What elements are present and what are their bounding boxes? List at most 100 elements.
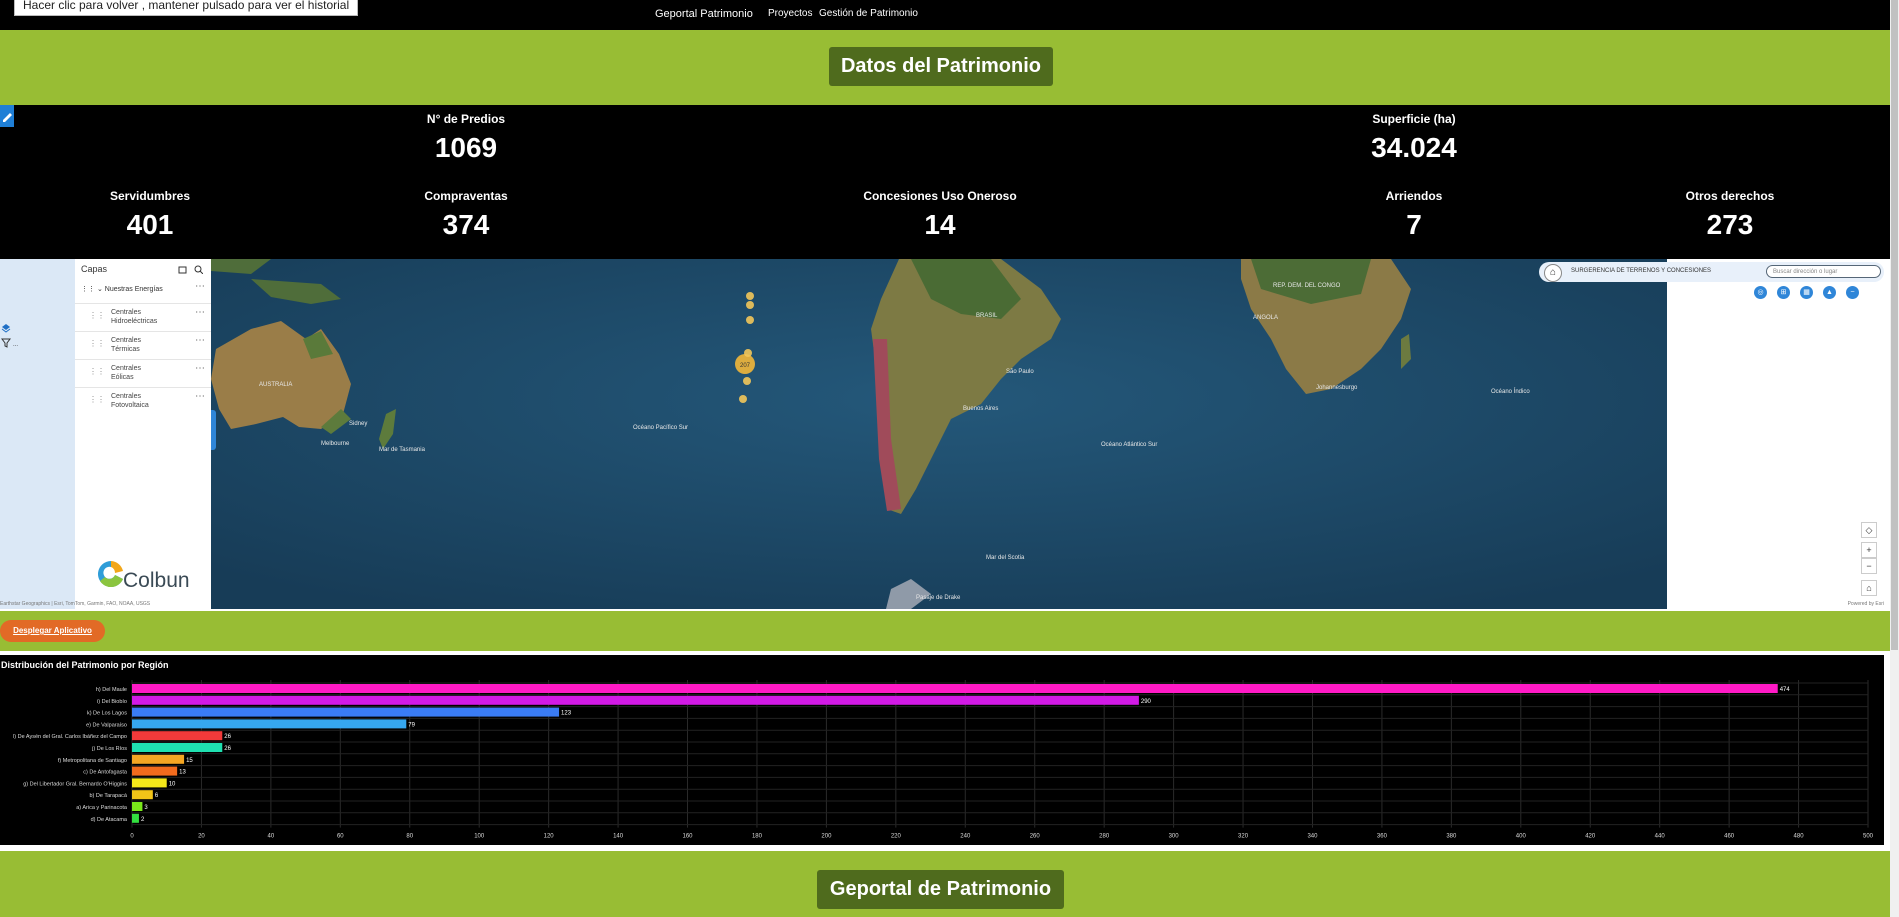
- bar[interactable]: [132, 766, 178, 776]
- layer-group[interactable]: ⋮⋮ ⌄ Nuestras Energías: [81, 285, 163, 293]
- layer-item-eolicas[interactable]: ⋮⋮ Centrales Eólicas ⋯: [75, 359, 211, 388]
- more-icon[interactable]: ⋯: [195, 335, 205, 346]
- map-label-brasil: BRASIL: [976, 313, 998, 319]
- svg-text:...: ...: [13, 342, 18, 348]
- bar[interactable]: [132, 719, 407, 729]
- nav-item-gestion[interactable]: Gestión de Patrimonio: [819, 8, 918, 19]
- world-map[interactable]: 207 AUSTRALIA Sidney Melbourne Mar de Ta…: [211, 259, 1667, 609]
- x-tick-label: 360: [1377, 834, 1388, 840]
- layer-item-label: Centrales: [111, 365, 141, 372]
- hero-title-button[interactable]: Datos del Patrimonio: [829, 47, 1053, 86]
- bar[interactable]: [132, 707, 560, 717]
- footer-banner: Geportal de Patrimonio: [0, 851, 1890, 917]
- bar-chart: 0 20 40 60 80 100 120 140 160 180 200 220 240 260 280 3…: [13, 680, 1874, 840]
- y-category-label: l) De Aysén del Gral. Carlos Ibáñez del …: [13, 734, 127, 740]
- footer-title-button[interactable]: Geportal de Patrimonio: [817, 870, 1064, 909]
- drag-handle-icon[interactable]: ⋮⋮: [89, 367, 105, 376]
- x-tick-label: 280: [1099, 834, 1110, 840]
- home-extent-icon[interactable]: ⌂: [1861, 580, 1877, 596]
- layers-icon[interactable]: [1, 323, 11, 333]
- drag-handle-icon[interactable]: ⋮⋮: [89, 395, 105, 404]
- bar[interactable]: [132, 743, 223, 752]
- stat-value: 34.024: [1371, 132, 1457, 163]
- x-tick-label: 40: [268, 834, 275, 840]
- basemap-icon[interactable]: ◎: [1754, 286, 1767, 299]
- filter-icon[interactable]: ...: [1, 338, 19, 348]
- grid-icon[interactable]: ⊞: [1777, 286, 1790, 299]
- stat-concesiones: Concesiones Uso Oneroso 14: [790, 189, 1090, 241]
- more-icon[interactable]: ⋯: [195, 281, 205, 292]
- layer-item-termicas[interactable]: ⋮⋮ Centrales Térmicas ⋯: [75, 331, 211, 360]
- search-input[interactable]: Buscar dirección o lugar: [1766, 265, 1881, 278]
- zoom-in-button[interactable]: +: [1861, 542, 1877, 558]
- bar-value-label: 15: [186, 758, 193, 764]
- table-icon[interactable]: ▦: [1800, 286, 1813, 299]
- edit-tab[interactable]: [0, 105, 14, 127]
- nav-brand-link[interactable]: Geportal Patrimonio: [655, 8, 753, 20]
- x-tick-label: 340: [1307, 834, 1318, 840]
- y-category-label: k) De Los Lagos: [87, 711, 127, 717]
- stat-servidumbres: Servidumbres 401: [0, 189, 300, 241]
- bar[interactable]: [132, 802, 143, 811]
- layer-item-fotovoltaica[interactable]: ⋮⋮ Centrales Fotovoltaica ⋯: [75, 387, 211, 416]
- stat-value: 374: [442, 209, 490, 240]
- y-category-label: d) De Atacama: [91, 817, 128, 823]
- map-label-congo: REP. DEM. DEL CONGO: [1273, 283, 1341, 289]
- stat-value: 273: [1706, 209, 1754, 240]
- map-label-drake: Pasaje de Drake: [916, 595, 961, 601]
- bar[interactable]: [132, 790, 153, 800]
- y-category-label: i) Del Biobío: [97, 699, 127, 705]
- x-tick-label: 440: [1655, 834, 1666, 840]
- map-view[interactable]: 207 AUSTRALIA Sidney Melbourne Mar de Ta…: [211, 259, 1667, 609]
- panel-collapse-handle[interactable]: [211, 410, 216, 450]
- layer-item-label: Centrales: [111, 309, 141, 316]
- x-tick-label: 500: [1863, 834, 1874, 840]
- deploy-button[interactable]: Desplegar Aplicativo: [0, 620, 105, 642]
- search-icon[interactable]: [194, 265, 203, 274]
- more-icon[interactable]: ⋯: [195, 307, 205, 318]
- stat-predios: N° de Predios 1069: [316, 112, 616, 164]
- chart-icon[interactable]: ▲: [1823, 286, 1836, 299]
- home-button[interactable]: ⌂: [1544, 264, 1562, 282]
- x-tick-label: 400: [1516, 834, 1527, 840]
- bar-value-label: 123: [561, 711, 572, 717]
- page-scrollbar[interactable]: [1890, 0, 1899, 917]
- y-category-label: c) De Antofagasta: [83, 770, 128, 776]
- bar-value-label: 3: [144, 805, 148, 811]
- map-tools-panel: ⌂ SURGERENCIA DE TERRENOS Y CONCESIONES …: [1539, 259, 1890, 609]
- x-tick-label: 320: [1238, 834, 1249, 840]
- bar[interactable]: [132, 695, 1139, 705]
- map-label-atlantic: Océano Atlántico Sur: [1101, 442, 1157, 448]
- zoom-out-button[interactable]: −: [1861, 558, 1877, 574]
- bar[interactable]: [132, 778, 167, 788]
- bar[interactable]: [132, 813, 139, 823]
- drag-handle-icon[interactable]: ⋮⋮: [89, 311, 105, 320]
- bar[interactable]: [132, 754, 185, 764]
- nav-item-proyectos[interactable]: Proyectos: [768, 8, 812, 19]
- more-icon[interactable]: ⋯: [195, 363, 205, 374]
- x-tick-label: 20: [198, 834, 205, 840]
- layer-item-hidro[interactable]: ⋮⋮ Centrales Hidroeléctricas ⋯: [75, 303, 211, 332]
- x-tick-label: 480: [1794, 834, 1805, 840]
- powered-by: Powered by Esri: [1847, 601, 1884, 607]
- stat-label: Arriendos: [1385, 189, 1443, 203]
- measure-icon[interactable]: ~: [1846, 286, 1859, 299]
- region-chart: Distribución del Patrimonio por Región 0…: [0, 655, 1884, 845]
- map-label-johannesburg: Johannesburgo: [1316, 385, 1358, 391]
- layer-group-label: Nuestras Energías: [104, 286, 163, 293]
- x-tick-label: 200: [821, 834, 832, 840]
- compass-icon[interactable]: ◇: [1861, 522, 1877, 538]
- bar[interactable]: [132, 684, 1778, 693]
- stat-value: 1069: [434, 132, 498, 163]
- back-tooltip: Hacer clic para volver , mantener pulsad…: [14, 0, 359, 16]
- scrollbar-thumb[interactable]: [1891, 0, 1898, 650]
- x-tick-label: 180: [752, 834, 763, 840]
- map-attribution: Earthstar Geographics | Esri, TomTom, Ga…: [0, 601, 151, 607]
- deploy-bar: Desplegar Aplicativo: [0, 611, 1890, 651]
- drag-handle-icon[interactable]: ⋮⋮: [89, 339, 105, 348]
- stat-compraventas: Compraventas 374: [316, 189, 616, 241]
- map-label-tasman: Mar de Tasmania: [379, 447, 426, 453]
- bar[interactable]: [132, 731, 223, 741]
- more-icon[interactable]: ⋯: [195, 391, 205, 402]
- layer-options-icon[interactable]: [178, 265, 187, 274]
